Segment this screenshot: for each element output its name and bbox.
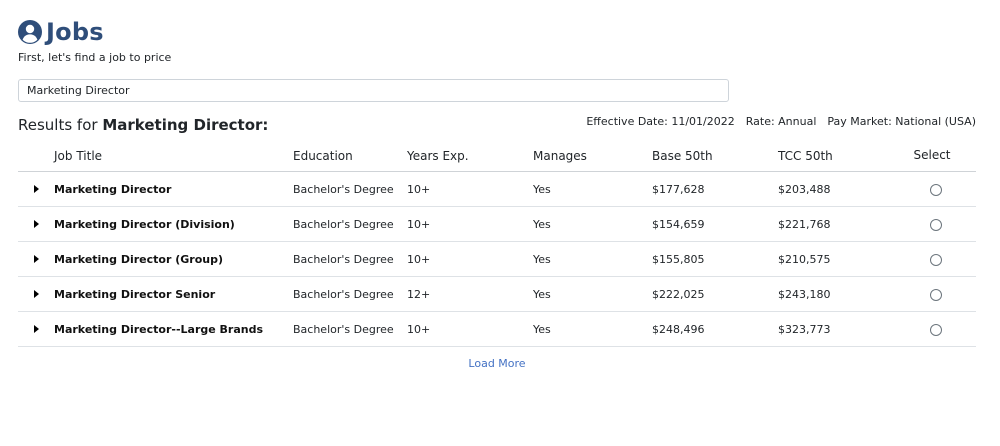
select-cell <box>902 311 976 347</box>
rate: Rate: Annual <box>745 115 817 128</box>
user-circle-icon <box>18 20 42 44</box>
column-header-manages[interactable]: Manages <box>533 140 652 172</box>
header-expander <box>18 140 54 172</box>
table-row: Marketing Director Bachelor's Degree 10+ Ye… <box>18 171 976 207</box>
row-expander[interactable] <box>18 311 54 347</box>
column-header-base-50th[interactable]: Base 50th <box>652 140 778 172</box>
tcc-50th-cell: $323,773 <box>778 311 902 347</box>
manages-cell: Yes <box>533 276 652 312</box>
years-exp-cell: 12+ <box>407 276 533 312</box>
base-50th-cell: $222,025 <box>652 276 778 312</box>
column-header-education[interactable]: Education <box>293 140 407 172</box>
column-header-job-title[interactable]: Job Title <box>54 140 293 172</box>
select-radio[interactable] <box>930 288 942 301</box>
table-row: Marketing Director Senior Bachelor's Degr… <box>18 276 976 312</box>
tcc-50th-cell: $203,488 <box>778 171 902 207</box>
select-cell <box>902 171 976 207</box>
table-row: Marketing Director--Large Brands Bachelor… <box>18 311 976 347</box>
column-header-years-exp[interactable]: Years Exp. <box>407 140 533 172</box>
caret-right-icon[interactable] <box>33 289 39 298</box>
column-header-select: Select <box>913 148 951 162</box>
table-header-row: Job Title Education Years Exp. Manages B… <box>18 140 976 172</box>
job-title-cell[interactable]: Marketing Director <box>54 171 293 207</box>
select-radio[interactable] <box>930 218 942 231</box>
base-50th-cell: $248,496 <box>652 311 778 347</box>
table-row: Marketing Director (Division) Bachelor's … <box>18 206 976 242</box>
results-prefix: Results for <box>18 116 98 134</box>
select-cell <box>902 241 976 277</box>
page-title: Jobs <box>46 18 104 46</box>
pay-market: Pay Market: National (USA) <box>827 115 976 128</box>
education-cell: Bachelor's Degree <box>293 206 407 242</box>
select-cell <box>902 276 976 312</box>
tcc-50th-cell: $243,180 <box>778 276 902 312</box>
tcc-50th-cell: $221,768 <box>778 206 902 242</box>
row-expander[interactable] <box>18 276 54 312</box>
row-expander[interactable] <box>18 171 54 207</box>
select-cell <box>902 206 976 242</box>
select-radio[interactable] <box>930 323 942 336</box>
select-radio[interactable] <box>930 183 942 196</box>
education-cell: Bachelor's Degree <box>293 276 407 312</box>
base-50th-cell: $154,659 <box>652 206 778 242</box>
results-query: Marketing Director: <box>102 116 269 134</box>
manages-cell: Yes <box>533 241 652 277</box>
years-exp-cell: 10+ <box>407 311 533 347</box>
caret-right-icon[interactable] <box>33 324 39 333</box>
results-meta: Effective Date: 11/01/2022 Rate: Annual … <box>586 115 976 128</box>
education-cell: Bachelor's Degree <box>293 241 407 277</box>
job-search-input[interactable] <box>18 79 729 102</box>
years-exp-cell: 10+ <box>407 171 533 207</box>
job-title-cell[interactable]: Marketing Director Senior <box>54 276 293 312</box>
load-more-link[interactable]: Load More <box>0 357 994 370</box>
caret-right-icon[interactable] <box>33 184 39 193</box>
page-subtitle: First, let's find a job to price <box>18 51 172 64</box>
job-title-cell[interactable]: Marketing Director (Group) <box>54 241 293 277</box>
page-header: Jobs <box>18 18 104 46</box>
table-row: Marketing Director (Group) Bachelor's Deg… <box>18 241 976 277</box>
job-title-cell[interactable]: Marketing Director (Division) <box>54 206 293 242</box>
manages-cell: Yes <box>533 171 652 207</box>
education-cell: Bachelor's Degree <box>293 171 407 207</box>
years-exp-cell: 10+ <box>407 241 533 277</box>
base-50th-cell: $177,628 <box>652 171 778 207</box>
results-heading: Results for Marketing Director: <box>18 116 268 134</box>
years-exp-cell: 10+ <box>407 206 533 242</box>
row-expander[interactable] <box>18 241 54 277</box>
row-expander[interactable] <box>18 206 54 242</box>
base-50th-cell: $155,805 <box>652 241 778 277</box>
education-cell: Bachelor's Degree <box>293 311 407 347</box>
caret-right-icon[interactable] <box>33 219 39 228</box>
manages-cell: Yes <box>533 206 652 242</box>
manages-cell: Yes <box>533 311 652 347</box>
results-table: Job Title Education Years Exp. Manages B… <box>18 140 976 347</box>
select-radio[interactable] <box>930 253 942 266</box>
effective-date: Effective Date: 11/01/2022 <box>586 115 735 128</box>
tcc-50th-cell: $210,575 <box>778 241 902 277</box>
page: Jobs First, let's find a job to price Re… <box>0 0 1000 446</box>
job-title-cell[interactable]: Marketing Director--Large Brands <box>54 311 293 347</box>
caret-right-icon[interactable] <box>33 254 39 263</box>
